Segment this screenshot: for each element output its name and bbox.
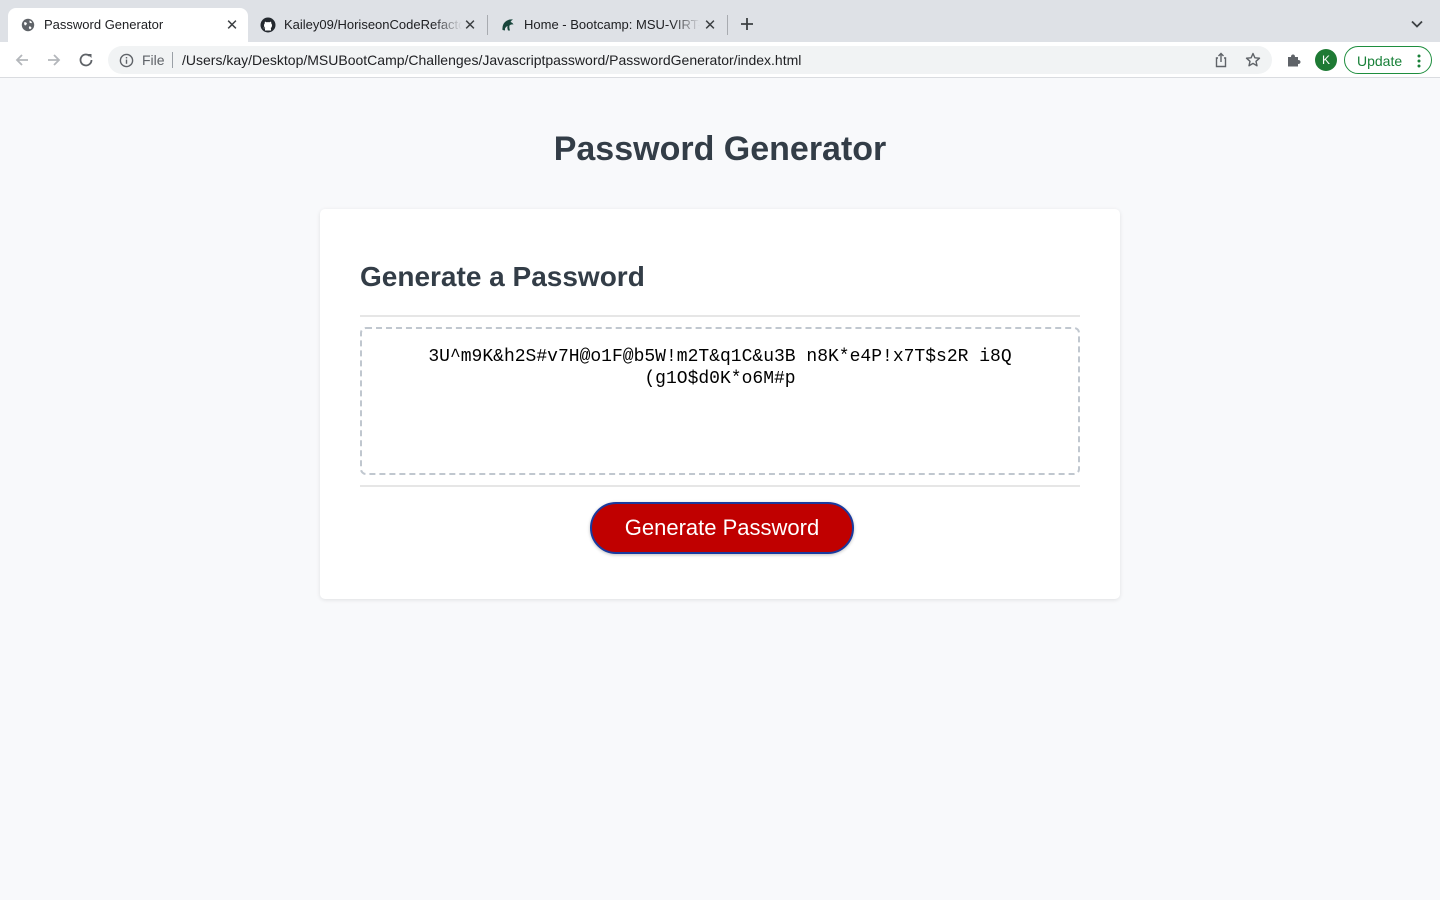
- new-tab-icon[interactable]: [737, 14, 757, 34]
- tab-github-horiseon[interactable]: Kailey09/HoriseonCodeRefactor ✕: [248, 8, 488, 42]
- card-heading: Generate a Password: [360, 261, 645, 292]
- generate-password-button[interactable]: Generate Password: [590, 502, 854, 554]
- tab-separator: [727, 15, 728, 35]
- bookmark-star-icon[interactable]: [1245, 52, 1261, 68]
- globe-icon: [20, 17, 36, 33]
- close-tab-icon[interactable]: ✕: [702, 17, 718, 34]
- close-tab-icon[interactable]: ✕: [224, 17, 240, 34]
- page-title: Password Generator: [553, 130, 887, 168]
- tab-title: Password Generator: [44, 17, 164, 32]
- profile-avatar[interactable]: K: [1315, 49, 1337, 71]
- chevron-down-icon[interactable]: [1408, 15, 1426, 33]
- info-icon[interactable]: [118, 52, 134, 68]
- more-menu-icon[interactable]: [1413, 53, 1425, 69]
- card-footer-divider: [360, 485, 1080, 487]
- share-icon[interactable]: [1213, 52, 1229, 68]
- browser-tab-strip: Password Generator ✕ Kailey09/HoriseonCo…: [0, 0, 1440, 42]
- password-output[interactable]: 3U^m9K&h2S#v7H@o1F@b5W!m2T&q1C&u3B n8K*e…: [360, 327, 1080, 475]
- address-bar[interactable]: File /Users/kay/Desktop/MSUBootCamp/Chal…: [108, 46, 1272, 74]
- spartan-icon: [500, 17, 516, 33]
- update-button[interactable]: Update: [1344, 46, 1432, 74]
- forward-arrow-icon[interactable]: [44, 50, 64, 70]
- tab-bootcamp-home[interactable]: Home - Bootcamp: MSU-VIRT- ✕: [488, 8, 728, 42]
- github-icon: [260, 17, 276, 33]
- close-tab-icon[interactable]: ✕: [462, 17, 478, 34]
- tab-password-generator[interactable]: Password Generator ✕: [8, 8, 248, 42]
- update-button-label: Update: [1357, 53, 1403, 69]
- browser-toolbar: File /Users/kay/Desktop/MSUBootCamp/Chal…: [0, 42, 1440, 78]
- password-card: Generate a Password 3U^m9K&h2S#v7H@o1F@b…: [320, 209, 1120, 599]
- extensions-puzzle-icon[interactable]: [1285, 51, 1303, 69]
- card-header-divider: [360, 315, 1080, 317]
- url-text[interactable]: /Users/kay/Desktop/MSUBootCamp/Challenge…: [182, 52, 801, 68]
- url-scheme-label: File: [142, 52, 165, 68]
- reload-icon[interactable]: [76, 50, 96, 70]
- back-arrow-icon[interactable]: [12, 50, 32, 70]
- address-divider: [172, 52, 173, 68]
